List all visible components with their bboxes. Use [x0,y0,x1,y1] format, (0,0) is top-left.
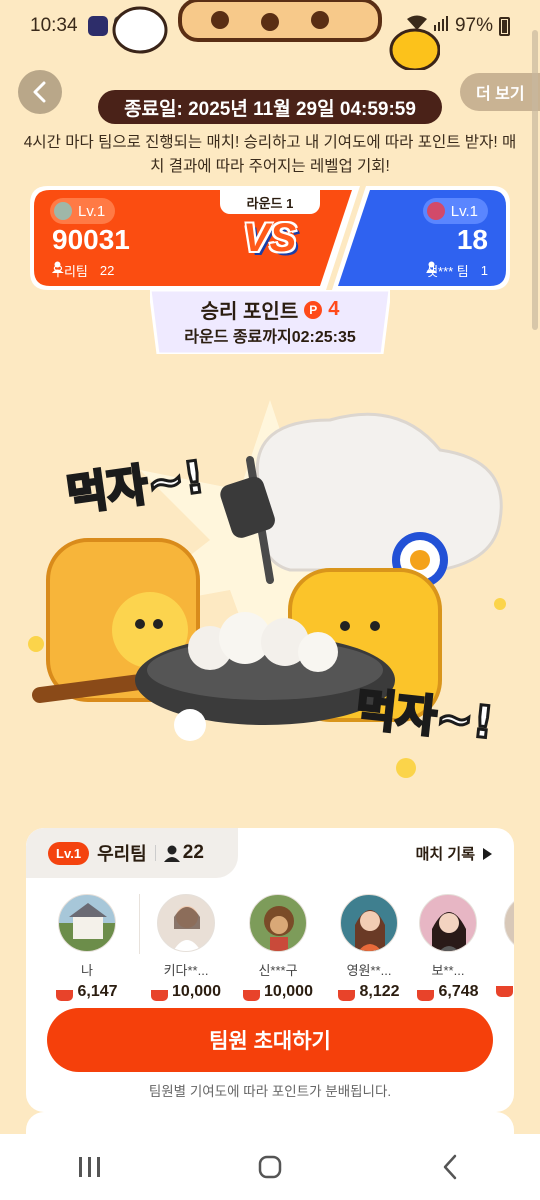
right-team-avatar [426,202,445,220]
team-member-count: 22 [163,842,204,864]
distribution-note: 팀원별 기여도에 따라 포인트가 분배됩니다. [148,1084,392,1099]
round-label: 라운드 1 [220,190,320,214]
member-item[interactable]: 영원**... 8,122 [324,894,414,1001]
battery-icon [499,16,510,36]
status-time: 10:34 [30,15,78,36]
back-button[interactable] [18,70,62,114]
victory-points-panel: 승리 포인트 P 4 라운드 종료까지02:25:35 [150,290,390,354]
left-team-info: 우리팀 22 [52,261,114,280]
member-item[interactable]: 보**... 6,748 [403,894,493,1001]
popcorn-icon [243,983,261,1001]
team-card-header: Lv.1 우리팀 22 [26,828,238,878]
round-timer: 라운드 종료까지02:25:35 [184,329,356,346]
popcorn-icon [56,983,74,1001]
member-item-partial[interactable] [488,894,514,997]
member-score: 10,000 [141,983,231,1001]
member-score: 6,147 [42,983,132,1001]
scrollbar[interactable] [532,30,538,330]
point-coin-icon: P [304,300,323,319]
member-score-value: 6,147 [77,983,118,1000]
recent-apps-icon [79,1157,100,1177]
member-avatar [58,894,116,952]
member-score: 8,122 [324,983,414,1001]
left-team-level: Lv.1 [50,198,116,224]
left-team-avatar [54,202,72,220]
right-team-score: 18 [456,224,488,255]
left-team-score: 90031 [52,224,130,255]
right-team-level: Lv.1 [422,198,488,224]
member-avatar [419,894,477,952]
team-card: Lv.1 우리팀 22 매치 기록 나 6,147 키다**... 10,000 [26,828,514,1112]
caret-right-icon [483,847,492,860]
left-team-level-label: Lv.1 [78,202,106,220]
match-history-label: 매치 기록 [415,846,475,863]
invite-member-button[interactable]: 팀원 초대하기 [47,1008,493,1072]
popcorn-icon [417,983,435,1001]
match-history-link[interactable]: 매치 기록 [416,843,492,864]
member-score-value: 8,122 [359,983,400,1000]
event-description: 4시간 마다 팀으로 진행되는 매치! 승리하고 내 기여도에 따라 포인트 받… [23,134,517,175]
header-banner-art [110,0,441,72]
home-button[interactable] [240,1147,300,1187]
team-level-badge: Lv.1 [48,841,90,865]
next-card-edge [26,1112,514,1134]
member-avatar [249,894,307,952]
header-divider [154,845,156,861]
recent-apps-button[interactable] [60,1147,120,1187]
member-score: 6,748 [403,983,493,1001]
right-team-info: 샛*** 팀 1 [426,261,488,280]
more-button[interactable]: 더 보기 [460,73,540,111]
popcorn-icon [338,983,356,1001]
right-team-member-count: 1 [480,263,488,278]
member-score-value: 6,748 [438,983,479,1000]
home-icon [258,1155,282,1179]
victory-points-label: 승리 포인트 [200,301,299,323]
chevron-left-icon [33,81,46,103]
member-score-value: 10,000 [172,983,221,1000]
member-name: 키다**... [163,963,209,978]
system-nav-bar [0,1134,540,1200]
back-nav-button[interactable] [420,1147,480,1187]
back-icon [443,1154,457,1180]
person-icon [163,845,180,862]
member-score-value: 10,000 [264,983,313,1000]
app-notification-icon [87,16,108,36]
member-item[interactable]: 신***구 10,000 [233,894,323,1001]
end-date-banner: 종료일: 2025년 11월 29일 04:59:59 [98,90,442,124]
member-name: 신***구 [258,963,298,978]
member-score [488,980,514,997]
member-item[interactable]: 키다**... 10,000 [141,894,231,1001]
left-team-member-count: 22 [99,263,115,278]
match-scoreboard: Lv.1 라운드 1 Lv.1 90031 18 우리팀 22 샛*** 팀 1… [30,186,510,290]
battery-level: 97% [454,15,493,36]
team-name: 우리팀 [97,844,147,864]
team-members-list: 나 6,147 키다**... 10,000 신***구 10,000 영원**… [26,894,514,1004]
member-score: 10,000 [233,983,323,1001]
cooking-illustration: 먹자~! 먹자~! [0,380,540,800]
member-divider [139,894,140,954]
member-avatar [504,894,514,952]
victory-points-value: 4 [328,298,340,320]
member-name: 영원**... [346,963,392,978]
member-avatar [340,894,398,952]
popcorn-icon [496,980,513,997]
team-member-count-value: 22 [182,842,204,863]
right-team-level-label: Lv.1 [450,202,478,220]
member-item[interactable]: 나 6,147 [42,894,132,1001]
member-name: 나 [81,963,93,978]
member-avatar [157,894,215,952]
member-name: 보**... [431,963,465,978]
popcorn-icon [151,983,169,1001]
vs-badge: VS [243,216,297,260]
victory-points-title: 승리 포인트 P 4 [150,295,390,324]
